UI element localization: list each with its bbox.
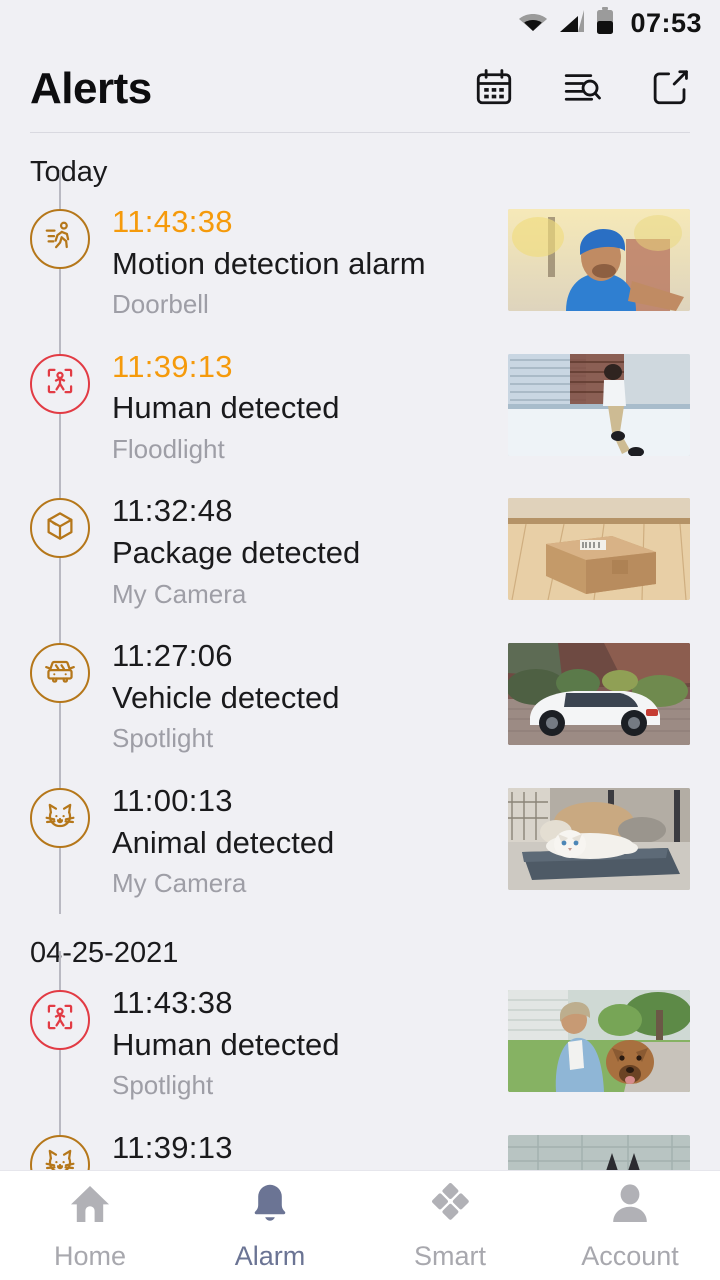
alert-row[interactable]: 11:00:13 Animal detected My Camera [0,769,720,915]
alert-time: 11:43:38 [112,203,233,239]
alert-title: Animal detected [112,824,335,860]
status-bar-clock: 07:53 [630,7,702,38]
vehicle-car-icon [42,653,78,694]
alert-time: 11:27:06 [112,638,233,674]
page-title: Alerts [30,64,152,113]
diamonds-icon [426,1180,474,1233]
package-box-icon [42,508,78,549]
alert-row-body: 11:43:38 Human detected Spotlight [90,984,508,1103]
status-bar: 07:53 [0,0,720,46]
tab-label-home: Home [53,1240,127,1271]
alert-device: My Camera [112,578,247,609]
cardboard-box-on-floor-thumbnail [508,498,690,601]
alert-thumbnail[interactable] [508,643,690,746]
alert-thumbnail[interactable] [508,208,690,311]
alert-row[interactable]: 11:39:13 Human detected Floodlight [0,334,720,480]
alert-time: 11:00:13 [112,783,233,819]
tab-alarm[interactable]: Alarm [180,1171,360,1280]
cat-outdoors-thumbnail [508,1134,690,1170]
alert-row-body: 11:39:13 [90,1129,508,1170]
alert-row[interactable]: 11:43:38 Motion detection alarm Doorbell [0,169,720,335]
alert-device: My Camera [112,868,247,899]
person-icon [606,1180,654,1233]
alert-type-badge [30,989,90,1050]
motion-running-icon [42,218,78,259]
man-with-dog-thumbnail [508,989,690,1092]
white-cat-on-cushion-thumbnail [508,788,690,891]
section-header: 04-25-2021 [30,937,179,970]
bottom-tab-bar[interactable]: Home Alarm Smart Account [0,1170,720,1280]
cellular-signal-icon [558,9,586,38]
alert-time: 11:39:13 [112,348,233,384]
alert-thumbnail[interactable] [508,353,690,456]
alert-title: Human detected [112,390,340,426]
animal-cat-icon [42,1144,78,1170]
tab-label-account: Account [581,1240,679,1271]
alert-type-badge [30,498,90,559]
alert-row-body: 11:43:38 Motion detection alarm Doorbell [90,203,508,322]
battery-icon [596,6,614,40]
animal-cat-icon [42,798,78,839]
alert-title: Package detected [112,535,361,571]
tab-label-smart: Smart [413,1240,486,1271]
delivery-person-selfie-thumbnail [508,208,690,311]
alert-type-badge [30,1134,90,1170]
filter-search-icon [561,66,603,113]
alert-device: Doorbell [112,288,209,319]
section-header: Today [30,156,108,188]
alert-thumbnail[interactable] [508,1134,690,1170]
tab-home[interactable]: Home [0,1171,180,1280]
alert-row-body: 11:27:06 Vehicle detected Spotlight [90,637,508,756]
human-detection-icon [42,363,78,404]
page-header: Alerts [0,46,720,132]
alert-type-badge [30,208,90,269]
edit-button[interactable] [648,67,692,111]
alert-title: Vehicle detected [112,680,340,716]
alert-row-body: 11:00:13 Animal detected My Camera [90,782,508,901]
tab-smart[interactable]: Smart [360,1171,540,1280]
calendar-button[interactable] [472,67,516,111]
alert-title: Human detected [112,1026,340,1062]
tab-label-alarm: Alarm [234,1240,306,1271]
alert-thumbnail[interactable] [508,989,690,1092]
home-icon [66,1180,114,1233]
alert-device: Floodlight [112,433,225,464]
alert-type-badge [30,788,90,849]
alert-row[interactable]: 11:32:48 Package detected My Camera [0,479,720,625]
alert-time: 11:39:13 [112,1129,233,1165]
alert-device: Spotlight [112,723,214,754]
alert-type-badge [30,353,90,414]
alert-row[interactable]: 11:27:06 Vehicle detected Spotlight [0,624,720,770]
bell-icon [246,1180,294,1233]
filter-search-button[interactable] [560,67,604,111]
alert-type-badge [30,643,90,704]
alert-time: 11:43:38 [112,984,233,1020]
alert-row-body: 11:39:13 Human detected Floodlight [90,348,508,467]
wifi-icon [518,9,548,38]
header-actions [472,67,692,111]
alert-title: Motion detection alarm [112,245,426,281]
edit-icon [649,66,691,113]
person-sitting-on-railing-thumbnail [508,353,690,456]
tab-account[interactable]: Account [540,1171,720,1280]
alert-time: 11:32:48 [112,493,233,529]
alert-row-body: 11:32:48 Package detected My Camera [90,492,508,611]
alert-thumbnail[interactable] [508,788,690,891]
alert-thumbnail[interactable] [508,498,690,601]
alert-list[interactable]: Today 11:43:38 Motion detection alarm Do… [0,133,720,1170]
alert-row[interactable]: 11:43:38 Human detected Spotlight [0,950,720,1116]
human-detection-icon [42,999,78,1040]
alert-row[interactable]: 11:39:13 [0,1115,720,1170]
alert-device: Spotlight [112,1069,214,1100]
calendar-icon [473,66,515,113]
white-sports-car-driveway-thumbnail [508,643,690,746]
